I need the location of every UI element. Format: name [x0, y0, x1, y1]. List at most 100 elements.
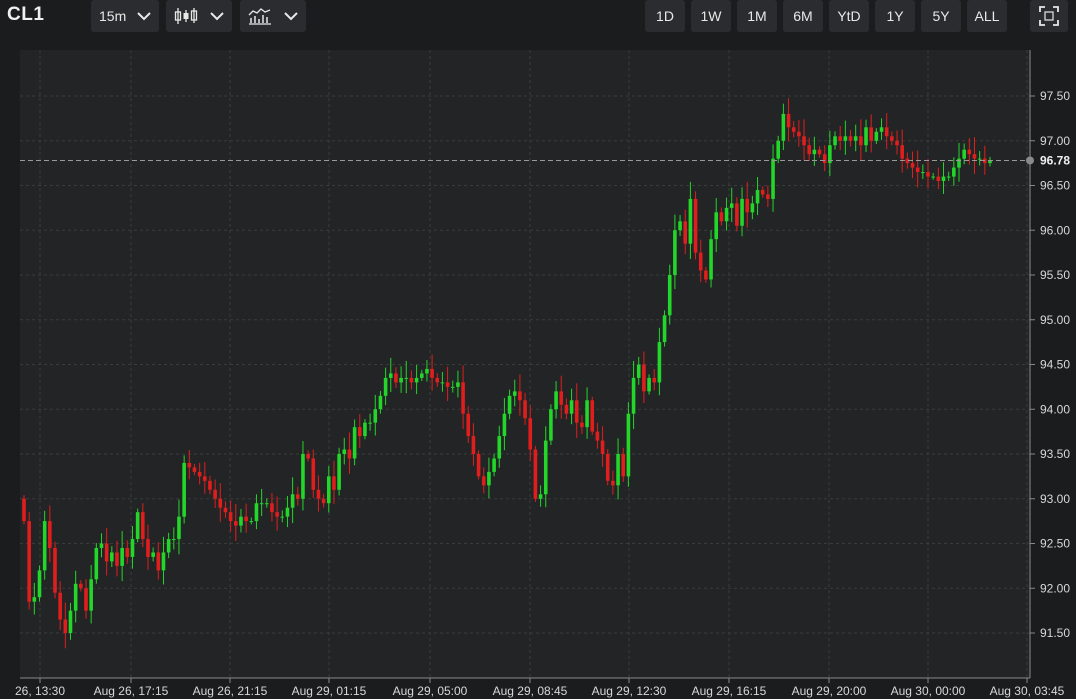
- y-tick-label: 95.00: [1040, 313, 1070, 327]
- candle-body: [621, 454, 626, 477]
- candle-body: [280, 516, 285, 518]
- candle-body: [941, 176, 946, 182]
- range-button-1m[interactable]: 1M: [737, 0, 777, 32]
- candle-body: [233, 521, 238, 526]
- studies-dropdown[interactable]: [240, 0, 306, 32]
- candle-body: [709, 239, 713, 280]
- candle-body: [332, 476, 336, 490]
- range-label: 1Y: [886, 8, 904, 24]
- candle-body: [719, 212, 724, 222]
- candle-body: [678, 221, 682, 231]
- candle-body: [512, 391, 517, 396]
- x-tick-label: Aug 26, 17:15: [94, 684, 169, 698]
- candle-body: [611, 480, 615, 486]
- candle-body: [859, 136, 863, 146]
- range-button-all[interactable]: ALL: [967, 0, 1007, 32]
- x-tick-label: Aug 29, 05:00: [393, 684, 468, 698]
- chart-type-dropdown[interactable]: [166, 0, 232, 32]
- candle-body: [518, 391, 522, 401]
- candle-body: [151, 552, 155, 557]
- fullscreen-button[interactable]: [1030, 0, 1068, 32]
- candle-body: [952, 167, 956, 177]
- x-tick-label: 26, 13:30: [15, 684, 65, 698]
- candle-body: [223, 507, 228, 513]
- candle-body: [440, 382, 445, 384]
- y-tick-label: 96.00: [1040, 223, 1070, 237]
- candle-body: [600, 440, 605, 454]
- candle-body: [538, 494, 543, 499]
- candle-body: [115, 552, 119, 566]
- y-tick-label: 91.50: [1040, 626, 1070, 640]
- candle-body: [68, 610, 73, 633]
- candle-body: [533, 449, 538, 499]
- range-label: 1D: [656, 8, 674, 24]
- candle-body: [104, 543, 109, 562]
- candle-body: [295, 494, 300, 499]
- candle-body: [735, 203, 739, 226]
- candle-body: [605, 454, 610, 481]
- candle-body: [461, 382, 465, 414]
- last-price-label: 96.78: [1040, 153, 1070, 167]
- candle-body: [290, 494, 295, 508]
- candle-body: [657, 342, 662, 383]
- candle-body: [337, 454, 341, 490]
- candle-body: [228, 512, 233, 522]
- candle-body: [326, 476, 331, 504]
- chart-toolbar: CL1 15m 1D 1W 1M 6M YtD 1Y 5Y ALL: [0, 0, 1076, 36]
- candle-body: [972, 154, 977, 159]
- candle-body: [890, 136, 894, 141]
- candle-body: [99, 543, 104, 548]
- range-label: 5Y: [932, 8, 950, 24]
- candle-body: [32, 597, 37, 602]
- y-tick-label: 92.50: [1040, 537, 1070, 551]
- candle-body: [311, 458, 316, 490]
- range-button-1d[interactable]: 1D: [645, 0, 685, 32]
- candle-body: [693, 198, 698, 253]
- candle-body: [791, 127, 796, 132]
- candle-body: [884, 127, 889, 137]
- candle-body: [285, 507, 290, 517]
- candle-body: [192, 467, 197, 472]
- y-tick-label: 97.00: [1040, 134, 1070, 148]
- candle-body: [450, 386, 455, 388]
- candle-body: [528, 418, 533, 450]
- candle-body: [37, 570, 42, 598]
- x-tick-label: Aug 29, 01:15: [292, 684, 367, 698]
- candle-body: [63, 619, 68, 633]
- candle-body: [259, 503, 264, 505]
- candle-body: [42, 521, 47, 571]
- range-button-1w[interactable]: 1W: [691, 0, 731, 32]
- range-button-1y[interactable]: 1Y: [875, 0, 915, 32]
- candle-body: [383, 377, 388, 396]
- chevron-down-icon: [284, 12, 298, 21]
- candle-body: [135, 512, 140, 540]
- range-button-ytd[interactable]: YtD: [829, 0, 869, 32]
- candle-body: [264, 503, 269, 505]
- candle-body: [833, 136, 837, 146]
- candlestick-chart[interactable]: 91.50 92.00 92.50 93.00 93.50 94.00 94.50 95.00…: [0, 36, 1076, 699]
- range-label: ALL: [974, 8, 1000, 24]
- candle-body: [130, 539, 135, 557]
- candle-body: [301, 454, 305, 499]
- interval-label: 15m: [99, 8, 127, 24]
- candle-body: [249, 521, 254, 523]
- y-tick-label: 93.00: [1040, 492, 1070, 506]
- candle-body: [797, 131, 801, 137]
- candle-body: [399, 377, 403, 383]
- price-chart[interactable]: 91.50 92.00 92.50 93.00 93.50 94.00 94.50 95.00…: [0, 36, 1076, 699]
- candle-body: [636, 364, 641, 378]
- candle-body: [425, 368, 429, 374]
- candle-body: [688, 198, 693, 244]
- range-label: 1W: [700, 8, 722, 24]
- candle-body: [667, 275, 672, 316]
- range-button-6m[interactable]: 6M: [783, 0, 823, 32]
- range-button-5y[interactable]: 5Y: [921, 0, 961, 32]
- candle-body: [347, 449, 352, 459]
- candle-body: [321, 498, 326, 504]
- candle-body: [481, 476, 486, 486]
- candle-body: [724, 207, 729, 222]
- candle-body: [574, 400, 579, 423]
- interval-dropdown[interactable]: 15m: [91, 0, 159, 32]
- candle-body: [146, 539, 150, 557]
- candle-body: [869, 127, 873, 141]
